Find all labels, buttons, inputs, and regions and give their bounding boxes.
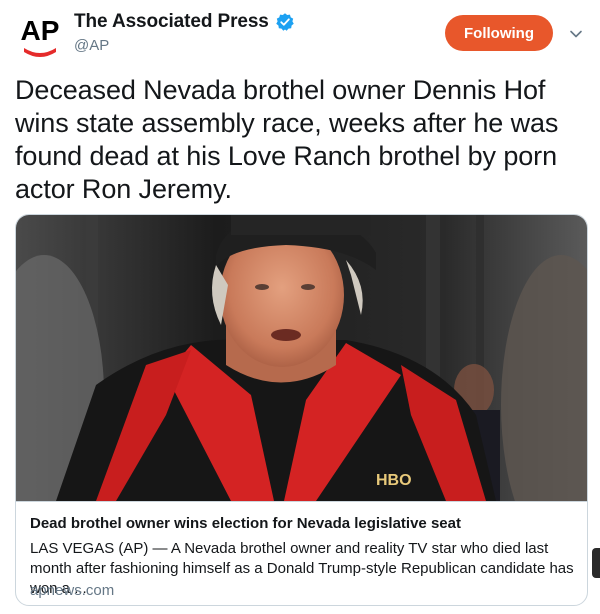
verified-badge-icon	[276, 13, 294, 31]
tweet-text: Deceased Nevada brothel owner Dennis Hof…	[15, 75, 559, 204]
card-image[interactable]: HBO	[16, 215, 587, 501]
avatar[interactable]: AP	[16, 12, 64, 60]
card-body[interactable]: Dead brothel owner wins election for Nev…	[16, 501, 587, 605]
chevron-down-icon[interactable]	[568, 26, 584, 42]
display-name[interactable]: The Associated Press	[74, 11, 269, 33]
svg-text:AP: AP	[21, 15, 60, 46]
card-photo: HBO	[16, 215, 587, 501]
svg-text:HBO: HBO	[376, 472, 412, 489]
following-button[interactable]: Following	[445, 15, 553, 51]
name-row: The Associated Press	[74, 11, 295, 33]
card-domain[interactable]: apnews.com	[30, 582, 114, 599]
tweet: AP The Associated Press @AP Following De…	[0, 0, 600, 614]
ap-logo-icon: AP	[16, 12, 64, 60]
handle[interactable]: @AP	[74, 37, 109, 54]
link-card[interactable]: HBO Dead brothel owner wins election for…	[15, 214, 588, 606]
card-title[interactable]: Dead brothel owner wins election for Nev…	[30, 515, 461, 532]
side-tab	[592, 548, 600, 578]
